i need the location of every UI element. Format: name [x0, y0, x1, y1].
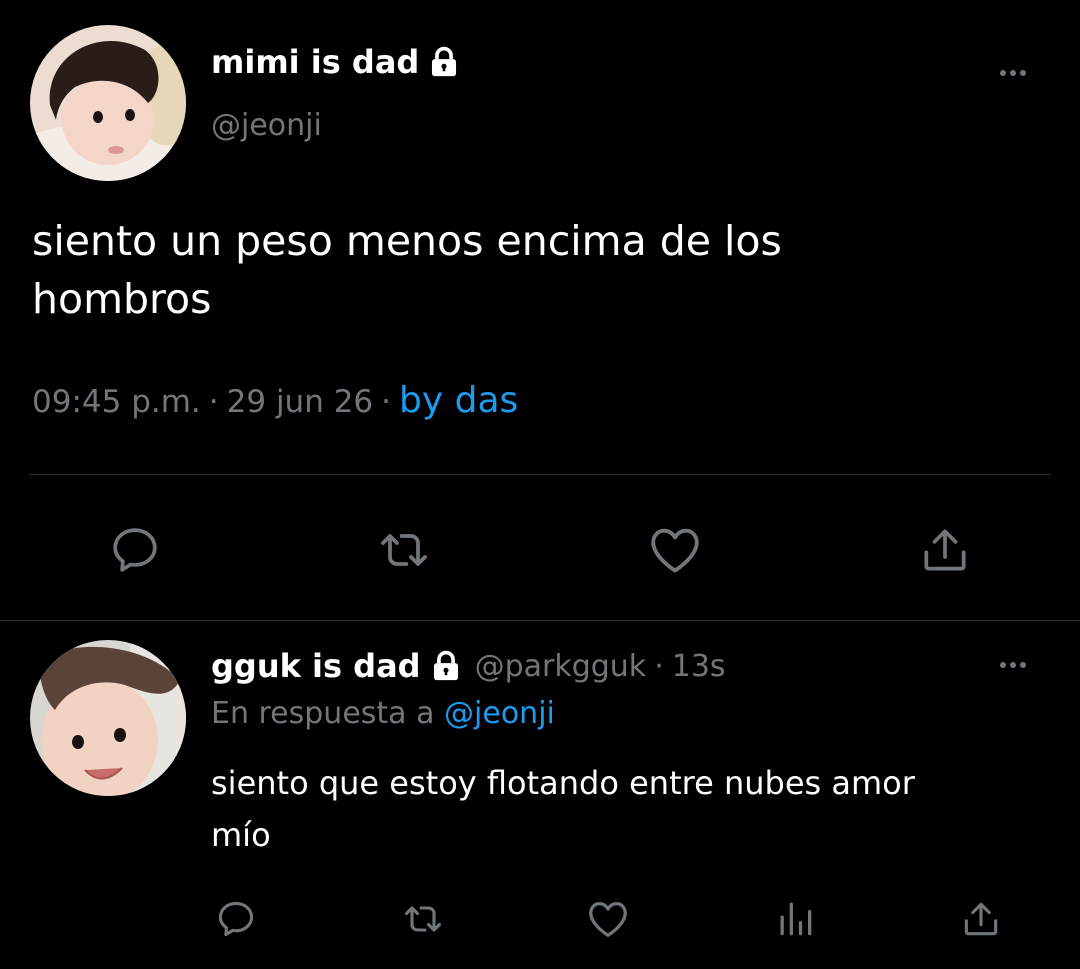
reply-tweet-text-line2: mío [211, 816, 271, 854]
more-icon[interactable] [1000, 662, 1026, 668]
like-icon [589, 902, 627, 937]
reply-tweet-text: siento que estoy flotando entre nubes am… [211, 757, 915, 861]
reply-separator: · [654, 648, 664, 684]
lock-icon [427, 45, 461, 79]
reply-author-name[interactable]: gguk is dad [211, 647, 421, 685]
main-tweet-text-line2: hombros [32, 275, 212, 323]
lock-icon [429, 649, 463, 683]
main-tweet-text: siento un peso menos encima de los hombr… [32, 212, 782, 328]
reply-context-mention[interactable]: @jeonji [444, 696, 555, 731]
main-tweet-separator: · [208, 384, 219, 420]
reply-icon [218, 901, 254, 937]
main-author-line: mimi is dad [211, 38, 461, 86]
retweet-button[interactable] [369, 515, 439, 585]
share-icon [964, 902, 998, 936]
analytics-button[interactable] [769, 893, 821, 945]
main-avatar[interactable] [30, 25, 186, 181]
main-tweet-meta: 09:45 p.m. · 29 jun 26 · by das [32, 380, 518, 421]
reply-button[interactable] [210, 893, 262, 945]
main-tweet-source[interactable]: by das [399, 380, 518, 421]
retweet-button[interactable] [397, 893, 449, 945]
reply-time-ago[interactable]: 13s [672, 649, 726, 684]
reply-context-prefix: En respuesta a [211, 696, 435, 731]
reply-handle[interactable]: @parkgguk [475, 649, 647, 684]
reply-tweet-text-line1: siento que estoy flotando entre nubes am… [211, 764, 915, 802]
reply-context: En respuesta a @jeonji [211, 696, 555, 731]
reply-icon [113, 528, 157, 572]
main-tweet-divider [30, 474, 1050, 475]
retweet-icon [404, 906, 442, 932]
share-button[interactable] [955, 893, 1007, 945]
more-icon[interactable] [1000, 70, 1026, 76]
reply-avatar[interactable] [30, 640, 186, 796]
main-tweet-separator: · [381, 384, 392, 420]
share-icon [924, 529, 966, 571]
reply-author-line: gguk is dad @parkgguk · 13s [211, 642, 726, 690]
like-button[interactable] [640, 515, 710, 585]
like-icon [651, 528, 699, 573]
share-button[interactable] [910, 515, 980, 585]
main-tweet-text-line1: siento un peso menos encima de los [32, 217, 782, 265]
main-author-name[interactable]: mimi is dad [211, 43, 419, 81]
main-tweet-date[interactable]: 29 jun 26 [227, 384, 374, 420]
reply-button[interactable] [100, 515, 170, 585]
main-tweet-time: 09:45 p.m. [32, 384, 201, 420]
analytics-icon [780, 902, 812, 936]
tweets-divider [0, 620, 1080, 621]
retweet-icon [381, 534, 427, 566]
main-handle[interactable]: @jeonji [211, 108, 322, 143]
like-button[interactable] [582, 893, 634, 945]
